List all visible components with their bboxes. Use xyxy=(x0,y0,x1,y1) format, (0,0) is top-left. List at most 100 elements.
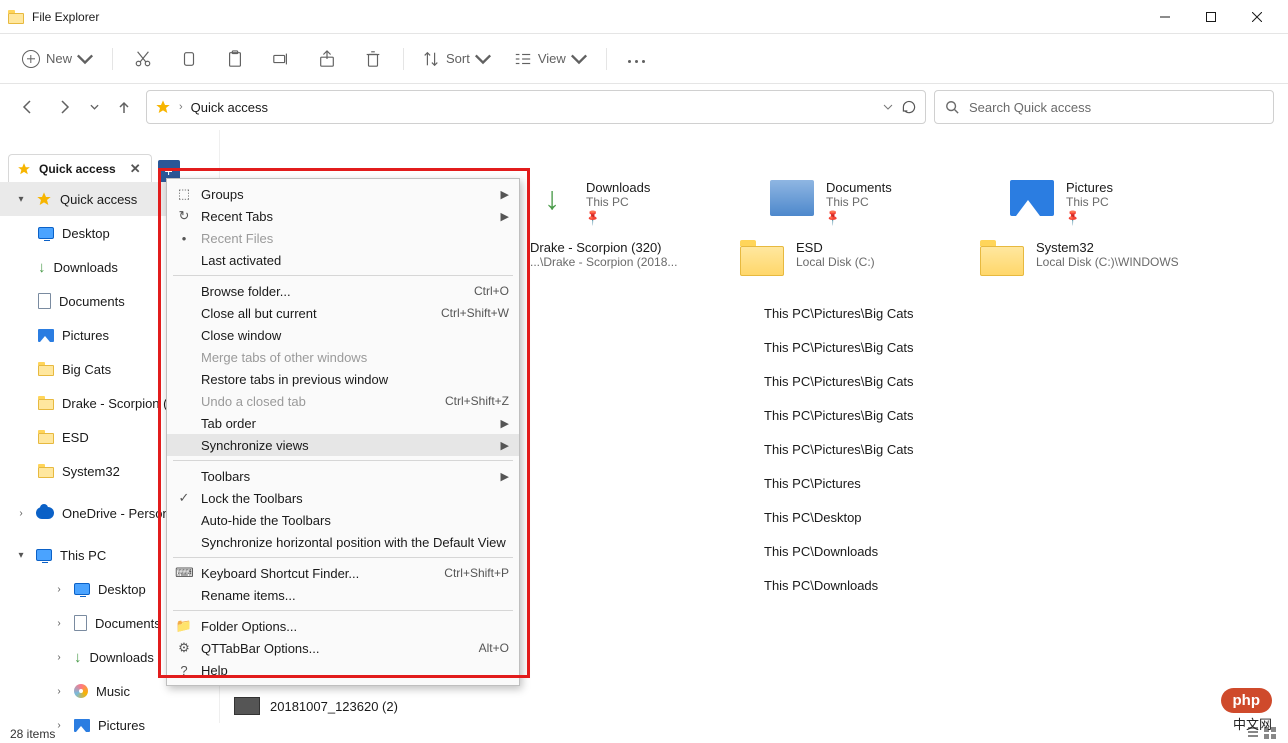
menu-item[interactable]: Synchronize horizontal position with the… xyxy=(167,531,519,553)
cn-watermark: 中文网 xyxy=(1233,714,1272,733)
star-icon xyxy=(36,191,52,207)
menu-item[interactable]: Synchronize views ▶ xyxy=(167,434,519,456)
ellipsis-icon xyxy=(626,51,647,66)
list-item[interactable]: This PC\Pictures\Big Cats xyxy=(764,398,1272,432)
menu-icon: ⬚ xyxy=(175,186,193,202)
menu-label: Synchronize views xyxy=(201,438,309,453)
list-item[interactable]: This PC\Pictures\Big Cats xyxy=(764,364,1272,398)
menu-label: Close all but current xyxy=(201,306,317,321)
search-placeholder: Search Quick access xyxy=(969,100,1091,115)
menu-item[interactable]: ↻Recent Tabs▶ xyxy=(167,205,519,227)
download-icon: ↓ xyxy=(74,649,82,666)
menu-label: Folder Options... xyxy=(201,619,297,634)
menu-item: Undo a closed tabCtrl+Shift+Z xyxy=(167,390,519,412)
menu-icon: 📁 xyxy=(175,618,193,634)
pc-icon xyxy=(36,549,52,561)
menu-item[interactable]: Last activated xyxy=(167,249,519,271)
title-bar: File Explorer xyxy=(0,0,1288,34)
recent-dropdown[interactable] xyxy=(86,93,102,121)
list-item[interactable]: This PC\Desktop xyxy=(764,500,1272,534)
tile-system32[interactable]: System32Local Disk (C:)\WINDOWS xyxy=(980,240,1180,276)
view-button[interactable]: View xyxy=(504,41,598,77)
menu-item[interactable]: Auto-hide the Toolbars xyxy=(167,509,519,531)
folder-icon xyxy=(740,240,784,276)
list-item[interactable]: This PC\Pictures\Big Cats xyxy=(764,296,1272,330)
menu-item[interactable]: Browse folder...Ctrl+O xyxy=(167,280,519,302)
tile-drake[interactable]: Drake - Scorpion (320)...\Drake - Scorpi… xyxy=(530,240,700,276)
tile-downloads[interactable]: ↓ DownloadsThis PC📌 xyxy=(530,180,730,224)
forward-button[interactable] xyxy=(50,93,78,121)
sort-button[interactable]: Sort xyxy=(412,41,502,77)
chevron-right-icon: › xyxy=(179,101,183,113)
menu-label: Lock the Toolbars xyxy=(201,491,303,506)
rename-button[interactable] xyxy=(259,41,303,77)
chevron-down-icon xyxy=(570,50,588,68)
menu-label: Tab order xyxy=(201,416,256,431)
list-item[interactable]: This PC\Downloads xyxy=(764,568,1272,602)
submenu-arrow-icon: ▶ xyxy=(501,470,509,483)
desktop-icon xyxy=(74,583,90,595)
php-badge: php xyxy=(1221,688,1273,713)
submenu-arrow-icon: ▶ xyxy=(501,188,509,201)
maximize-button[interactable] xyxy=(1188,1,1234,33)
tile-esd[interactable]: ESDLocal Disk (C:) xyxy=(740,240,940,276)
tab-label: Quick access xyxy=(39,162,116,176)
menu-item[interactable]: ✓Lock the Toolbars xyxy=(167,487,519,509)
copy-button[interactable] xyxy=(167,41,211,77)
menu-label: Merge tabs of other windows xyxy=(201,350,367,365)
up-button[interactable] xyxy=(110,93,138,121)
tab-quick-access[interactable]: Quick access ✕ xyxy=(8,154,152,182)
menu-label: QTTabBar Options... xyxy=(201,641,320,656)
delete-button[interactable] xyxy=(351,41,395,77)
tile-documents[interactable]: DocumentsThis PC📌 xyxy=(770,180,970,224)
list-item[interactable]: This PC\Pictures\Big Cats xyxy=(764,432,1272,466)
minimize-button[interactable] xyxy=(1142,1,1188,33)
address-location: Quick access xyxy=(191,100,268,115)
pictures-icon xyxy=(1010,180,1054,216)
menu-shortcut: Ctrl+O xyxy=(474,284,509,298)
chevron-down-icon[interactable] xyxy=(883,102,893,112)
more-button[interactable] xyxy=(615,41,659,77)
menu-item[interactable]: ⚙QTTabBar Options...Alt+O xyxy=(167,637,519,659)
folder-icon xyxy=(980,240,1024,276)
share-button[interactable] xyxy=(305,41,349,77)
submenu-arrow-icon: ▶ xyxy=(501,439,509,452)
menu-item[interactable]: Toolbars▶ xyxy=(167,465,519,487)
menu-label: Undo a closed tab xyxy=(201,394,306,409)
paste-button[interactable] xyxy=(213,41,257,77)
picture-icon xyxy=(74,719,90,732)
star-icon xyxy=(17,162,31,176)
folder-icon xyxy=(38,464,54,478)
music-icon xyxy=(74,684,88,698)
list-item[interactable]: This PC\Pictures\Big Cats xyxy=(764,330,1272,364)
close-button[interactable] xyxy=(1234,1,1280,33)
menu-item[interactable]: Restore tabs in previous window xyxy=(167,368,519,390)
menu-item[interactable]: Tab order▶ xyxy=(167,412,519,434)
refresh-button[interactable] xyxy=(901,99,917,115)
chevron-down-icon xyxy=(474,50,492,68)
menu-label: Restore tabs in previous window xyxy=(201,372,388,387)
cut-button[interactable] xyxy=(121,41,165,77)
menu-item[interactable]: Close window xyxy=(167,324,519,346)
app-icon xyxy=(8,10,24,24)
menu-item[interactable]: ?Help xyxy=(167,659,519,681)
folder-icon xyxy=(38,430,54,444)
list-item[interactable]: This PC\Pictures xyxy=(764,466,1272,500)
file-item[interactable]: 20181007_123620 (2) xyxy=(234,697,398,715)
tab-close-button[interactable]: ✕ xyxy=(130,161,141,177)
back-button[interactable] xyxy=(14,93,42,121)
list-item[interactable]: This PC\Downloads xyxy=(764,534,1272,568)
tile-pictures[interactable]: PicturesThis PC📌 xyxy=(1010,180,1210,224)
new-button[interactable]: New xyxy=(12,41,104,77)
menu-item[interactable]: Rename items... xyxy=(167,584,519,606)
menu-label: Help xyxy=(201,663,228,678)
menu-item[interactable]: ⌨Keyboard Shortcut Finder...Ctrl+Shift+P xyxy=(167,562,519,584)
search-box[interactable]: Search Quick access xyxy=(934,90,1274,124)
menu-item[interactable]: Close all but currentCtrl+Shift+W xyxy=(167,302,519,324)
address-row: › Quick access Search Quick access xyxy=(0,84,1288,130)
menu-item[interactable]: ⬚Groups▶ xyxy=(167,183,519,205)
menu-item[interactable]: 📁 Folder Options... xyxy=(167,615,519,637)
chevron-right-icon: › xyxy=(14,508,28,519)
sort-icon xyxy=(422,50,440,68)
address-bar[interactable]: › Quick access xyxy=(146,90,926,124)
